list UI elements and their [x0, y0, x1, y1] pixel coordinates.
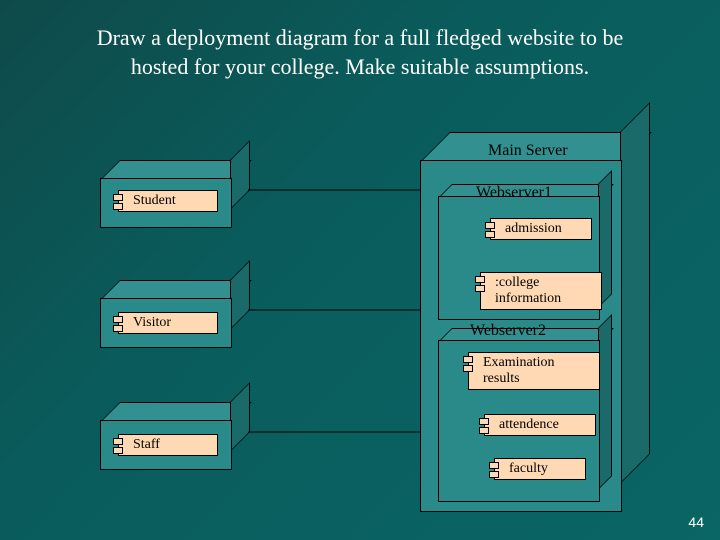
- component-student-label: Student: [133, 193, 176, 208]
- page-number: 44: [688, 514, 704, 530]
- component-staff: Staff: [118, 434, 218, 456]
- label-main-server: Main Server: [488, 142, 568, 160]
- component-tabs-icon: [113, 438, 123, 456]
- component-attendence-label: attendence: [499, 417, 559, 432]
- label-webserver1: Webserver1: [476, 184, 552, 202]
- component-tabs-icon: [475, 276, 485, 294]
- component-tabs-icon: [113, 316, 123, 334]
- component-admission: admission: [490, 218, 592, 240]
- component-tabs-icon: [463, 356, 473, 374]
- component-faculty: faculty: [494, 458, 586, 480]
- component-tabs-icon: [479, 418, 489, 436]
- component-admission-label: admission: [505, 221, 562, 236]
- component-tabs-icon: [113, 194, 123, 212]
- component-examination-label: Examination results: [483, 355, 555, 386]
- component-visitor-label: Visitor: [133, 315, 171, 330]
- component-faculty-label: faculty: [509, 461, 548, 476]
- component-visitor: Visitor: [118, 312, 218, 334]
- component-attendence: attendence: [484, 414, 596, 436]
- page-title: Draw a deployment diagram for a full fle…: [40, 24, 680, 81]
- title-line-1: Draw a deployment diagram for a full fle…: [97, 25, 624, 50]
- label-webserver2: Webserver2: [470, 322, 546, 340]
- component-collegeinfo-label: :college information: [495, 275, 561, 306]
- component-tabs-icon: [489, 462, 499, 480]
- component-collegeinfo: :college information: [480, 272, 602, 310]
- component-tabs-icon: [485, 222, 495, 240]
- component-examination: Examination results: [468, 352, 600, 390]
- component-staff-label: Staff: [133, 437, 160, 452]
- component-student: Student: [118, 190, 218, 212]
- title-line-2: hosted for your college. Make suitable a…: [131, 54, 589, 79]
